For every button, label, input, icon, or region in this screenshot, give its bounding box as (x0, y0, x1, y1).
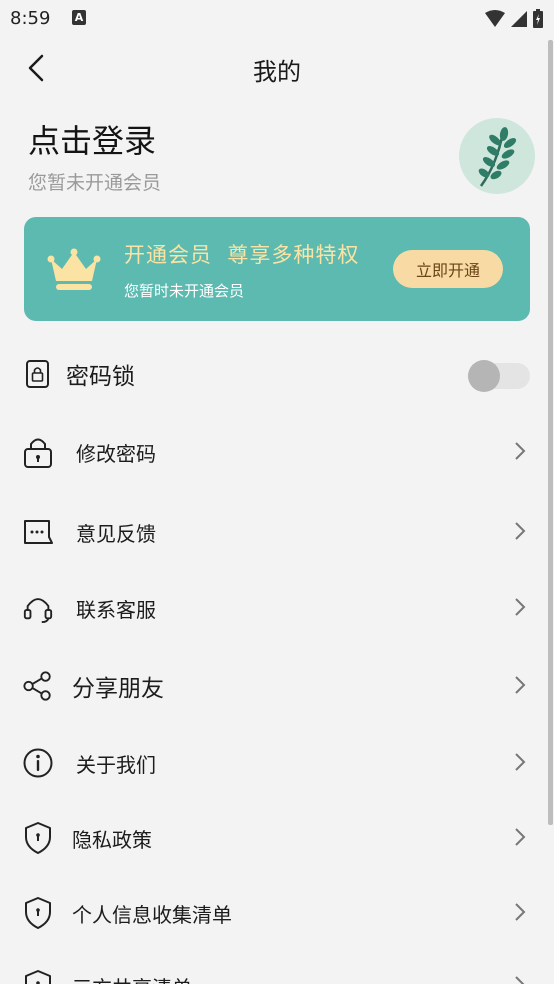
lock-icon (22, 436, 54, 468)
menu-row-feedback[interactable]: 意见反馈 (0, 501, 554, 561)
info-icon (22, 747, 54, 779)
menu-row-personal-info-list[interactable]: 个人信息收集清单 (0, 882, 554, 942)
menu-row-privacy-policy[interactable]: 隐私政策 (0, 807, 554, 867)
menu-row-share[interactable]: 分享朋友 (0, 655, 554, 715)
status-bar: 8:59 A (0, 0, 554, 38)
avatar[interactable] (459, 118, 535, 194)
shield-icon (22, 822, 54, 854)
menu-label-about-us: 关于我们 (76, 753, 156, 777)
leaf-avatar-icon (478, 127, 517, 187)
member-status-text: 您暂未开通会员 (28, 172, 162, 194)
chevron-right-icon (515, 828, 526, 846)
status-icons (484, 9, 544, 29)
vip-headline: 开通会员 尊享多种特权 (124, 243, 360, 267)
chevron-right-icon (515, 676, 526, 694)
chevron-right-icon (515, 598, 526, 616)
share-icon (22, 670, 54, 702)
menu-row-change-password[interactable]: 修改密码 (0, 421, 554, 481)
lock-icon (22, 358, 54, 390)
menu-label-share: 分享朋友 (72, 676, 164, 702)
crown-icon (47, 248, 101, 290)
menu-row-password-lock[interactable]: 密码锁 (0, 343, 554, 403)
scrollbar[interactable] (548, 40, 553, 825)
menu-label-feedback: 意见反馈 (76, 522, 156, 546)
vip-card[interactable]: 开通会员 尊享多种特权 您暂时未开通会员 立即开通 (24, 217, 530, 321)
toggle-knob (468, 360, 500, 392)
headset-icon (22, 592, 54, 624)
shield-icon (22, 970, 54, 984)
menu-row-about-us[interactable]: 关于我们 (0, 732, 554, 792)
notification-a-icon: A (72, 10, 86, 25)
menu-label-change-password: 修改密码 (76, 442, 156, 466)
status-time: 8:59 (10, 8, 51, 29)
chevron-right-icon (515, 753, 526, 771)
chevron-right-icon (515, 442, 526, 460)
chevron-right-icon (515, 522, 526, 540)
menu-label-privacy-policy: 隐私政策 (72, 828, 152, 852)
wifi-icon (485, 10, 505, 27)
signal-icon (511, 11, 527, 27)
menu-label-password-lock: 密码锁 (66, 364, 135, 390)
menu-label-customer-service: 联系客服 (76, 598, 156, 622)
page-title: 我的 (253, 58, 301, 86)
menu-row-third-party-list[interactable]: 三方共享清单 (0, 955, 554, 984)
password-lock-toggle[interactable] (468, 360, 530, 392)
login-link[interactable]: 点击登录 (28, 116, 156, 162)
battery-icon (533, 9, 543, 28)
message-icon (22, 516, 54, 548)
menu-label-third-party-list: 三方共享清单 (72, 972, 192, 984)
chevron-right-icon (515, 903, 526, 921)
menu-row-customer-service[interactable]: 联系客服 (0, 577, 554, 637)
menu-label-personal-info-list: 个人信息收集清单 (72, 903, 232, 927)
vip-subtext: 您暂时未开通会员 (124, 282, 245, 300)
open-vip-button[interactable]: 立即开通 (393, 250, 503, 288)
shield-icon (22, 897, 54, 929)
chevron-right-icon (515, 976, 525, 984)
